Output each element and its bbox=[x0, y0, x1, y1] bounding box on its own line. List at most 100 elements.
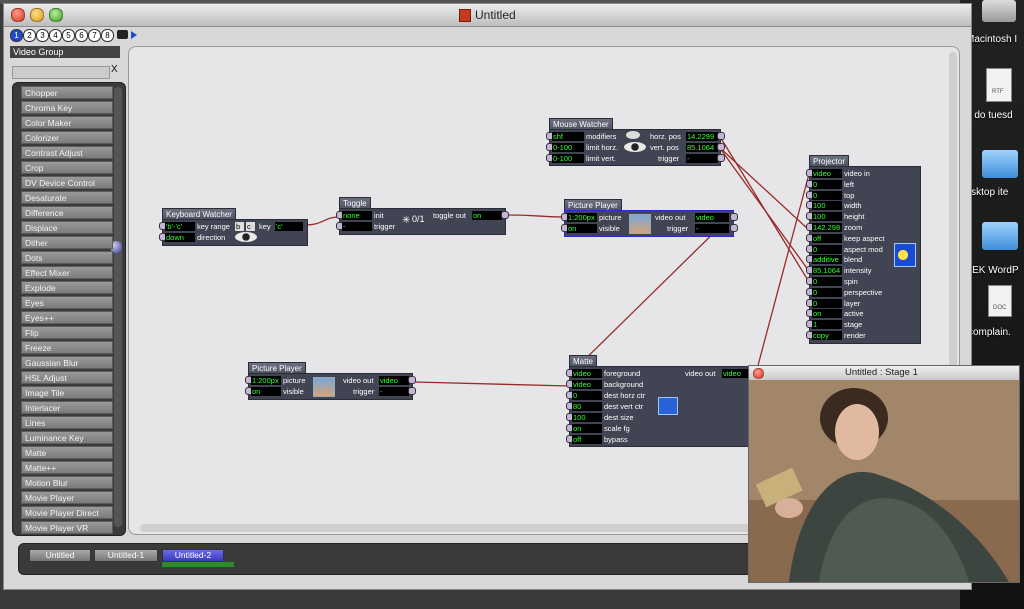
outlet-port[interactable] bbox=[408, 376, 416, 384]
folder-icon[interactable] bbox=[982, 150, 1018, 178]
direction-value[interactable]: down bbox=[165, 233, 195, 242]
scene-tab-untitled[interactable]: Untitled bbox=[29, 549, 91, 562]
outlet-port[interactable] bbox=[730, 224, 738, 232]
actor-list-item[interactable]: Eyes++ bbox=[21, 311, 113, 324]
key-range-value[interactable]: 'b'-'c' bbox=[165, 222, 195, 231]
actor-list-item[interactable]: Motion Blur bbox=[21, 476, 113, 489]
scene-number-1[interactable]: 1 bbox=[10, 29, 23, 42]
limit-vert-value[interactable]: 0-100 bbox=[552, 154, 584, 163]
scene-number-6[interactable]: 6 bbox=[75, 29, 88, 42]
outlet-port[interactable] bbox=[730, 213, 738, 221]
clear-search-icon[interactable]: X bbox=[111, 64, 118, 75]
outlet-port[interactable] bbox=[717, 154, 725, 162]
actor-list-item[interactable]: Contrast Adjust bbox=[21, 146, 113, 159]
actor-list-item[interactable]: Lines bbox=[21, 416, 113, 429]
modifiers-value[interactable]: shf bbox=[552, 132, 584, 141]
outlet-port[interactable] bbox=[501, 211, 509, 219]
actor-list-item[interactable]: Difference bbox=[21, 206, 113, 219]
projector-input-value[interactable]: additive bbox=[812, 255, 842, 265]
matte-input-value[interactable]: 100 bbox=[572, 413, 602, 422]
scene-tab-untitled-2[interactable]: Untitled-2 bbox=[162, 549, 224, 562]
actor-list-item[interactable]: Movie Player bbox=[21, 491, 113, 504]
play-arrow-icon[interactable] bbox=[131, 31, 137, 39]
visible-value[interactable]: on bbox=[251, 387, 281, 396]
matte-input-value[interactable]: 80 bbox=[572, 402, 602, 411]
stage-titlebar[interactable]: Untitled : Stage 1 bbox=[749, 366, 1019, 381]
camera-icon[interactable] bbox=[117, 30, 128, 39]
actor-list-item[interactable]: Gaussian Blur bbox=[21, 356, 113, 369]
actor-list-item[interactable]: Image Tile bbox=[21, 386, 113, 399]
actor-list-item[interactable]: Eyes bbox=[21, 296, 113, 309]
projector-input-value[interactable]: off bbox=[812, 233, 842, 243]
picture-value[interactable]: 1:200px bbox=[251, 376, 281, 385]
outlet-port[interactable] bbox=[717, 132, 725, 140]
actor-search-input[interactable] bbox=[12, 66, 110, 79]
projector-input-value[interactable]: on bbox=[812, 309, 842, 319]
projector-input-value[interactable]: 100 bbox=[812, 212, 842, 222]
picture-player-2-actor[interactable]: 1:200px picture on visible video out vid… bbox=[245, 373, 416, 400]
projector-input-value[interactable]: 100 bbox=[812, 201, 842, 211]
stage-close-button[interactable] bbox=[753, 368, 764, 379]
actor-list-item[interactable]: Flip bbox=[21, 326, 113, 339]
projector-input-value[interactable]: 0 bbox=[812, 298, 842, 308]
actor-list-item[interactable]: Luminance Key bbox=[21, 431, 113, 444]
actor-list-item[interactable]: Chroma Key bbox=[21, 101, 113, 114]
picture-player-actor[interactable]: 1:200px picture on visible video out vid… bbox=[561, 210, 738, 237]
projector-input-value[interactable]: 0 bbox=[812, 179, 842, 189]
close-button[interactable] bbox=[11, 8, 25, 22]
trigger-value[interactable]: - bbox=[342, 222, 372, 231]
visible-value[interactable]: on bbox=[567, 224, 597, 233]
projector-input-value[interactable]: 0 bbox=[812, 277, 842, 286]
actor-list-item[interactable]: Effect Mixer bbox=[21, 266, 113, 279]
matte-actor[interactable]: video out video video foreground video back… bbox=[566, 366, 760, 447]
zoom-button[interactable] bbox=[49, 8, 63, 22]
projector-input-value[interactable]: 0 bbox=[812, 287, 842, 297]
scene-number-8[interactable]: 8 bbox=[101, 29, 114, 42]
scene-number-2[interactable]: 2 bbox=[23, 29, 36, 42]
scene-tab-untitled-1[interactable]: Untitled-1 bbox=[94, 549, 158, 562]
actor-list-item[interactable]: Crop bbox=[21, 161, 113, 174]
doc-document-icon[interactable]: DOC bbox=[988, 285, 1012, 317]
actor-list-item[interactable]: Desaturate bbox=[21, 191, 113, 204]
window-titlebar[interactable]: Untitled bbox=[4, 4, 971, 27]
actor-list-scrollbar[interactable] bbox=[114, 87, 122, 527]
toggle-actor[interactable]: none init - trigger ✳ 0/1 toggle out on bbox=[336, 208, 509, 235]
scene-number-4[interactable]: 4 bbox=[49, 29, 62, 42]
projector-actor[interactable]: video video in 0 left 0 top 100 width 100 height 1… bbox=[806, 166, 921, 344]
projector-input-value[interactable]: 142.298 bbox=[812, 223, 842, 232]
actor-list-item[interactable]: Interlacer bbox=[21, 401, 113, 414]
actor-list-item[interactable]: Movie Player VR bbox=[21, 521, 113, 534]
matte-input-value[interactable]: video bbox=[572, 380, 602, 389]
scene-number-7[interactable]: 7 bbox=[88, 29, 101, 42]
actor-list-item[interactable]: Freeze bbox=[21, 341, 113, 354]
actor-list-item[interactable]: Dots bbox=[21, 251, 113, 264]
scene-number-5[interactable]: 5 bbox=[62, 29, 75, 42]
actor-list-item[interactable]: Movie Player Direct bbox=[21, 506, 113, 519]
matte-input-value[interactable]: on bbox=[572, 424, 602, 433]
actor-list-item[interactable]: Colorizer bbox=[21, 131, 113, 144]
hard-drive-icon[interactable] bbox=[982, 0, 1016, 22]
actor-list-item[interactable]: Chopper bbox=[21, 86, 113, 99]
actor-list-item[interactable]: Displace bbox=[21, 221, 113, 234]
actor-list-item[interactable]: Matte++ bbox=[21, 461, 113, 474]
actor-list-item[interactable]: Explode bbox=[21, 281, 113, 294]
limit-horz-value[interactable]: 0-100 bbox=[552, 143, 584, 152]
mouse-watcher-actor[interactable]: shf modifiers horz. pos 14.2299 0-100 li… bbox=[546, 129, 725, 166]
actor-list-item[interactable]: Color Maker bbox=[21, 116, 113, 129]
rtf-document-icon[interactable]: RTF bbox=[986, 68, 1012, 102]
actor-list-item[interactable]: Matte bbox=[21, 446, 113, 459]
actor-group-title[interactable]: Video Group bbox=[10, 46, 120, 58]
init-value[interactable]: none bbox=[342, 211, 372, 220]
keyboard-watcher-actor[interactable]: 'b'-'c' key range b c key 'c' down direc… bbox=[159, 219, 308, 246]
projector-input-value[interactable]: 0 bbox=[812, 190, 842, 200]
scene-number-3[interactable]: 3 bbox=[36, 29, 49, 42]
projector-input-value[interactable]: 1 bbox=[812, 320, 842, 330]
outlet-port[interactable] bbox=[408, 387, 416, 395]
outlet-port[interactable] bbox=[717, 143, 725, 151]
folder-icon[interactable] bbox=[982, 222, 1018, 250]
picture-value[interactable]: 1:200px bbox=[567, 213, 597, 222]
matte-input-value[interactable]: video bbox=[572, 369, 602, 378]
projector-input-value[interactable]: 85.1064 bbox=[812, 266, 842, 276]
projector-input-value[interactable]: video bbox=[812, 169, 842, 178]
actor-list-item[interactable]: HSL Adjust bbox=[21, 371, 113, 384]
